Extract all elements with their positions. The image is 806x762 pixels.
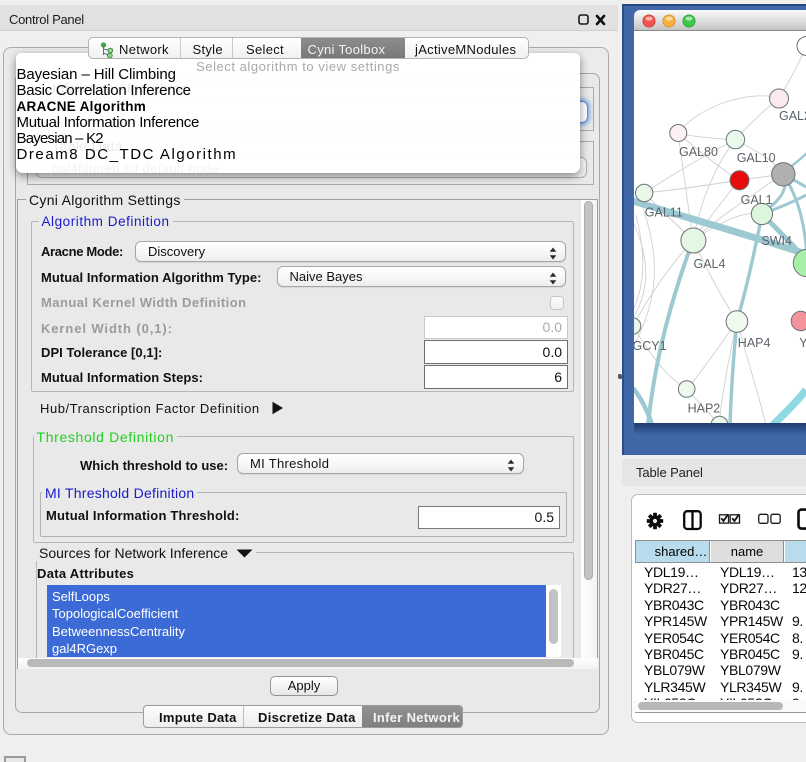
svg-text:GAL4: GAL4 <box>694 257 726 271</box>
svg-text:HAP4: HAP4 <box>738 336 771 350</box>
svg-text:SWI4: SWI4 <box>761 234 792 248</box>
svg-text:HAP2: HAP2 <box>688 402 721 416</box>
svg-text:GCY1: GCY1 <box>634 339 667 353</box>
svg-text:GAL80: GAL80 <box>679 145 718 159</box>
svg-text:GAL1: GAL1 <box>741 193 773 207</box>
svg-text:GAL2: GAL2 <box>779 109 806 123</box>
svg-text:GAL11: GAL11 <box>645 206 683 220</box>
svg-text:YB: YB <box>799 336 806 350</box>
svg-text:GAL10: GAL10 <box>737 151 776 165</box>
